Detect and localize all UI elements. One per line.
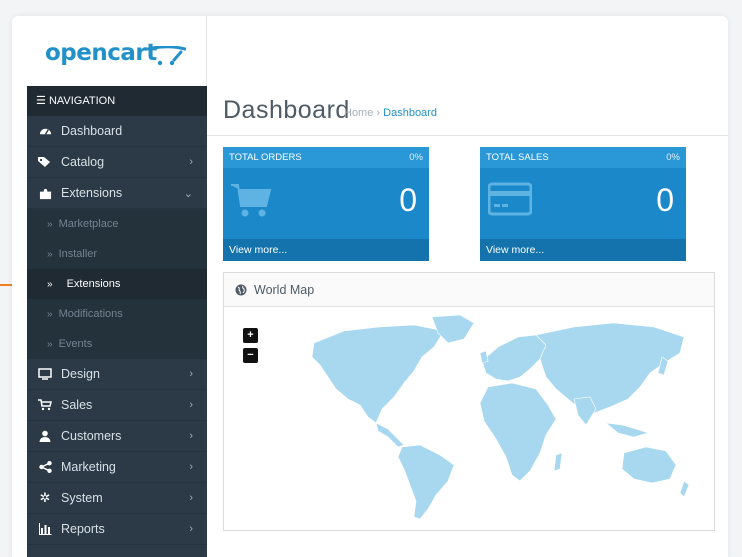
tile-header: TOTAL ORDERS 0%: [223, 147, 429, 168]
madagascar-region: [553, 452, 563, 472]
submenu-item-marketplace[interactable]: » Marketplace: [27, 209, 207, 239]
world-map-header: World Map: [224, 273, 714, 307]
puzzle-icon: [37, 187, 53, 200]
submenu-item-events[interactable]: » Events: [27, 329, 207, 359]
sidebar-item-design[interactable]: Design ›: [27, 359, 207, 390]
sidebar-item-customers[interactable]: Customers ›: [27, 421, 207, 452]
tag-icon: [37, 156, 53, 168]
hamburger-icon: ☰: [36, 95, 46, 107]
sidebar-item-dashboard[interactable]: Dashboard: [27, 116, 207, 147]
chevron-down-icon: ⌄: [183, 188, 193, 200]
submenu-item-label: Marketplace: [58, 218, 119, 230]
tile-value: 0: [399, 182, 417, 218]
breadcrumb-separator: ›: [376, 107, 381, 119]
chevron-right-icon: ›: [189, 156, 193, 168]
double-chevron-icon: »: [47, 278, 53, 290]
sidebar-item-extensions[interactable]: Extensions ⌄: [27, 178, 207, 209]
view-more-link[interactable]: View more...: [223, 239, 429, 261]
tile-percent: 0%: [409, 152, 423, 163]
chevron-right-icon: ›: [189, 430, 193, 442]
zoom-out-button[interactable]: −: [243, 348, 258, 363]
tile-title: TOTAL ORDERS: [229, 152, 302, 163]
sidebar-item-label: System: [61, 491, 103, 505]
sidebar-item-system[interactable]: ✲ System ›: [27, 483, 207, 514]
north-america-region: [311, 324, 445, 424]
tile-body: 0: [480, 168, 686, 239]
page-title: Dashboard: [223, 96, 350, 124]
sidebar-item-catalog[interactable]: Catalog ›: [27, 147, 207, 178]
extensions-submenu: » Marketplace » Installer » Extensions »…: [27, 209, 207, 359]
total-orders-tile: TOTAL ORDERS 0% 0 View more...: [223, 147, 429, 261]
submenu-item-label: Modifications: [58, 308, 123, 320]
double-chevron-icon: »: [47, 218, 53, 230]
chevron-right-icon: ›: [189, 461, 193, 473]
tile-percent: 0%: [666, 152, 680, 163]
navigation-header-label: NAVIGATION: [48, 95, 116, 107]
submenu-item-extensions[interactable]: » Extensions: [27, 269, 207, 299]
user-icon: [37, 430, 53, 442]
sidebar-item-label: Marketing: [61, 460, 116, 474]
world-map-title: World Map: [254, 282, 315, 297]
sidebar-item-label: Customers: [61, 429, 122, 443]
africa-region: [479, 382, 557, 482]
submenu-item-label: Extensions: [66, 278, 121, 290]
sidebar-item-label: Design: [61, 367, 100, 381]
sidebar-navigation: ☰ NAVIGATION Dashboard Catalog › Extensi…: [27, 86, 207, 557]
page-header: Dashboard Home › Dashboard: [207, 86, 728, 136]
zoom-in-button[interactable]: +: [243, 328, 258, 343]
submenu-item-label: Events: [58, 338, 93, 350]
cart-icon: [37, 399, 53, 411]
opencart-logo[interactable]: opencart: [45, 40, 157, 66]
world-map-panel: World Map + −: [223, 272, 715, 531]
monitor-icon: [37, 368, 53, 380]
breadcrumb: Home › Dashboard: [344, 107, 437, 119]
double-chevron-icon: »: [47, 338, 53, 350]
uk-region: [479, 350, 489, 364]
australia-region: [621, 446, 677, 484]
europe-region: [481, 334, 547, 382]
app-window: opencart ☰ NAVIGATION Dashboard Catalog …: [12, 16, 728, 557]
submenu-item-modifications[interactable]: » Modifications: [27, 299, 207, 329]
chevron-right-icon: ›: [189, 368, 193, 380]
sidebar-item-label: Extensions: [61, 186, 123, 200]
double-chevron-icon: »: [47, 308, 53, 320]
view-more-link[interactable]: View more...: [480, 239, 686, 261]
shopping-cart-icon: [231, 184, 272, 217]
double-chevron-icon: »: [47, 248, 53, 260]
logo-area: opencart: [12, 16, 207, 86]
gear-icon: ✲: [39, 490, 51, 505]
bar-chart-icon: [37, 523, 53, 535]
globe-icon: [235, 284, 247, 296]
sidebar-item-marketing[interactable]: Marketing ›: [27, 452, 207, 483]
tile-value: 0: [656, 182, 674, 218]
submenu-item-label: Installer: [58, 248, 98, 260]
new-zealand-region: [679, 480, 690, 498]
dashboard-icon: [37, 125, 53, 138]
sidebar-item-label: Catalog: [61, 155, 105, 169]
indonesia-region: [605, 422, 650, 438]
cart-logo-icon: [152, 46, 186, 66]
tile-body: 0: [223, 168, 429, 239]
central-america-region: [375, 422, 405, 448]
breadcrumb-current-link[interactable]: Dashboard: [383, 107, 437, 119]
navigation-header[interactable]: ☰ NAVIGATION: [27, 86, 207, 116]
world-map[interactable]: [284, 313, 694, 523]
tile-title: TOTAL SALES: [486, 152, 549, 163]
chevron-right-icon: ›: [189, 399, 193, 411]
share-icon: [37, 461, 53, 473]
breadcrumb-home-link[interactable]: Home: [344, 107, 373, 119]
tile-header: TOTAL SALES 0%: [480, 147, 686, 168]
sidebar-item-reports[interactable]: Reports ›: [27, 514, 207, 545]
total-sales-tile: TOTAL SALES 0% 0 View more...: [480, 147, 686, 261]
credit-card-icon: [488, 182, 532, 216]
south-america-region: [397, 444, 455, 520]
chevron-right-icon: ›: [189, 492, 193, 504]
sidebar-item-label: Sales: [61, 398, 93, 412]
sidebar-item-label: Dashboard: [61, 124, 123, 138]
chevron-right-icon: ›: [189, 523, 193, 535]
submenu-item-installer[interactable]: » Installer: [27, 239, 207, 269]
sidebar-item-label: Reports: [61, 522, 105, 536]
sidebar-item-sales[interactable]: Sales ›: [27, 390, 207, 421]
